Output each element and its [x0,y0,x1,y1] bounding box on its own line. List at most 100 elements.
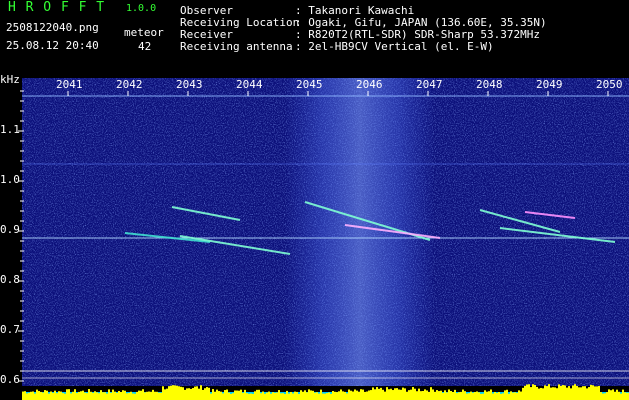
signal-level-bar [410,389,412,400]
signal-level-bar [322,393,324,400]
signal-level-bar [156,391,158,400]
signal-level-bar [324,393,326,400]
signal-level-bar [438,391,440,400]
signal-level-bar [238,390,240,400]
signal-level-bar [224,390,226,400]
time-tick-label: 2043 [176,78,203,91]
signal-level-bar [474,391,476,400]
signal-level-bar [546,386,548,400]
signal-level-bar [450,391,452,400]
signal-level-bar [86,393,88,400]
signal-level-bar [570,388,572,400]
signal-level-bar [118,390,120,400]
signal-level-bar [244,389,246,400]
signal-level-bar [222,393,224,400]
signal-level-bar [214,391,216,400]
signal-level-bar [538,388,540,400]
signal-level-bar [154,391,156,400]
signal-level-bar [102,392,104,400]
signal-level-bar [288,393,290,400]
signal-level-bar [344,391,346,400]
signal-level-bar [588,387,590,400]
app-version: 1.0.0 [126,3,157,14]
signal-level-bar [472,392,474,400]
signal-level-bar [564,385,566,400]
signal-level-bar [26,393,28,400]
signal-level-bar [36,389,38,400]
signal-level-bar [292,393,294,400]
signal-level-bar [146,391,148,400]
signal-level-bar [366,391,368,400]
signal-level-bar [208,387,210,400]
signal-level-bar [142,389,144,400]
signal-level-bar [348,389,350,400]
signal-level-bar [524,385,526,400]
signal-level-bar [256,389,258,400]
signal-level-bar [198,388,200,400]
signal-level-bar [488,391,490,400]
signal-level-bar [390,388,392,400]
signal-level-bar [264,393,266,400]
info-key-antenna: Receiving antenna [180,40,293,53]
signal-level-bar [522,387,524,400]
signal-level-bar [452,392,454,400]
signal-level-bar [78,391,80,400]
signal-level-bar [336,392,338,400]
signal-level-bar [542,388,544,400]
signal-level-bar [402,387,404,400]
signal-level-bar [592,385,594,400]
signal-level-bar [46,390,48,400]
signal-level-bar [434,391,436,400]
signal-level-bar [454,389,456,400]
signal-level-bar [280,393,282,400]
time-tick-label: 2044 [236,78,263,91]
signal-level-bar [50,391,52,400]
signal-level-bar [84,392,86,400]
signal-level-bar [532,384,534,400]
signal-level-bar [414,388,416,400]
signal-level-bar [272,392,274,400]
time-tick-label: 2049 [536,78,563,91]
signal-level-bar [418,388,420,400]
signal-level-bar [44,390,46,400]
signal-level-bar [192,388,194,400]
signal-level-bar [490,389,492,400]
signal-level-bar [302,391,304,400]
signal-level-bar [526,384,528,400]
signal-level-bar [70,393,72,400]
signal-level-bar [106,393,108,400]
signal-level-bar [66,389,68,400]
signal-level-bar [470,391,472,400]
signal-level-bar [456,393,458,400]
signal-level-bar [22,391,24,400]
signal-level-bar [194,386,196,400]
signal-level-bar [370,390,372,400]
signal-level-bar [232,393,234,400]
signal-level-bar [90,391,92,400]
signal-level-bar [148,391,150,400]
signal-level-bar [298,393,300,400]
signal-level-bar [556,388,558,400]
signal-level-bar [130,391,132,400]
signal-level-bar [392,390,394,400]
signal-level-bar [32,391,34,400]
signal-level-bar [572,385,574,400]
signal-level-bar [594,386,596,400]
signal-level-bar [540,387,542,400]
signal-level-bar [74,389,76,400]
freq-tick-label: 0.6 [0,373,20,386]
signal-level-bar [406,391,408,400]
signal-level-bar [482,393,484,400]
signal-level-bar [318,393,320,400]
signal-level-bar [462,389,464,400]
signal-level-bar [276,392,278,400]
signal-level-bar [164,389,166,400]
signal-level-bar [612,389,614,400]
signal-level-bar [528,384,530,400]
signal-level-bar [116,392,118,400]
file-name: 2508122040.png [6,21,99,34]
signal-level-bar [380,387,382,400]
signal-level-bar [320,389,322,400]
signal-level-bar [236,390,238,400]
signal-level-bar [468,393,470,400]
